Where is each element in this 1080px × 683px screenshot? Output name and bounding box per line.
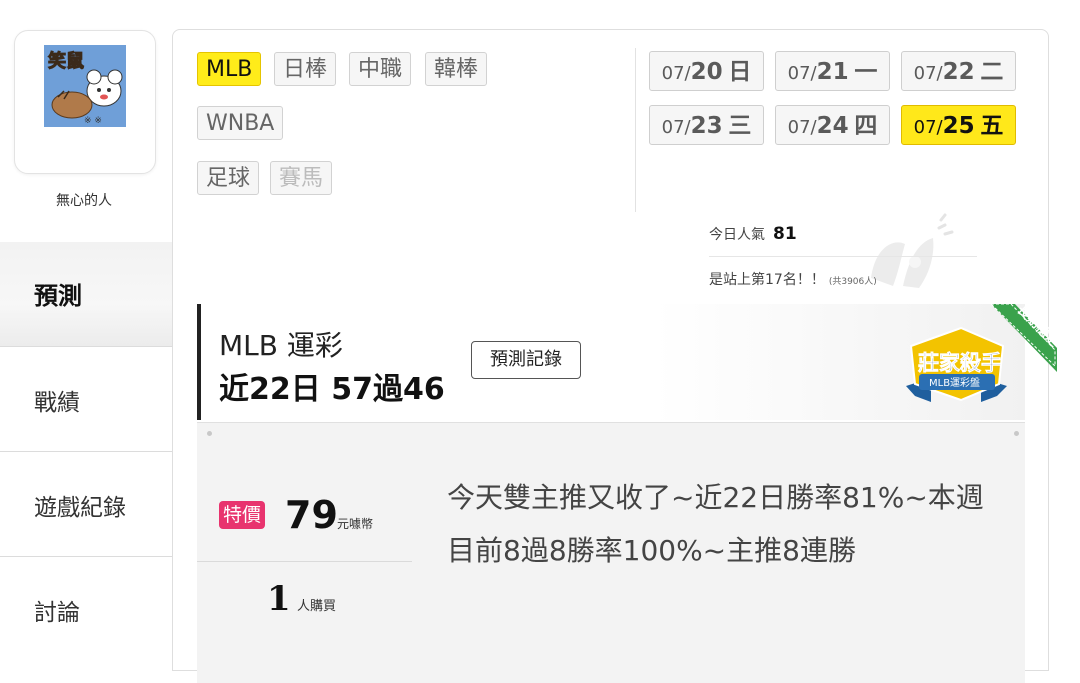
nav-item-predict[interactable]: 預測 [0, 242, 172, 346]
badge-subtitle: MLB運彩盤 [929, 376, 980, 389]
badge: 長期穩定 莊家殺手 MLB運彩盤 [881, 302, 1062, 420]
nav-label: 遊戲紀錄 [34, 495, 126, 521]
date-month: 07/ [787, 63, 817, 84]
tab-kbo[interactable]: 韓棒 [425, 52, 488, 86]
date-weekday: 四 [854, 113, 878, 139]
date-month: 07/ [913, 117, 943, 138]
corner-dot [207, 431, 212, 436]
svg-text:※ ※: ※ ※ [84, 116, 102, 126]
badge-icon: 長期穩定 莊家殺手 MLB運彩盤 [906, 302, 1062, 402]
divider [635, 48, 636, 212]
nav-item-record[interactable]: 戰績 [0, 346, 172, 451]
popularity-row: 今日人氣 81 [709, 224, 797, 244]
avatar-card[interactable]: 笑鼠 ※ ※ [14, 30, 156, 174]
main-panel: MLB 日棒 中職 韓棒 WNBA 足球 賽馬 07/20 日 07/21 一 … [172, 29, 1062, 683]
avatar-image: 笑鼠 ※ ※ [44, 45, 126, 127]
date-0721[interactable]: 07/21 一 [775, 51, 890, 91]
popularity-label: 今日人氣 [709, 227, 765, 243]
price-unit: 元噱幣 [337, 517, 374, 531]
tab-cpbl[interactable]: 中職 [349, 52, 412, 86]
date-day: 20 [690, 59, 723, 85]
nav-label: 戰績 [34, 390, 80, 416]
avatar-caption: 笑鼠 [48, 50, 84, 72]
nav-label: 預測 [34, 282, 82, 310]
price-divider [197, 561, 412, 562]
tab-npb[interactable]: 日棒 [274, 52, 337, 86]
buyer-count: 1 [267, 579, 291, 619]
date-weekday: 一 [854, 59, 878, 85]
date-0722[interactable]: 07/22 二 [901, 51, 1016, 91]
date-0723[interactable]: 07/23 三 [649, 105, 764, 145]
corner-dot [1014, 431, 1019, 436]
nav-label: 討論 [34, 600, 80, 626]
nav-item-discussion[interactable]: 討論 [0, 556, 172, 661]
banner-stat: 近22日 57過46 [219, 372, 445, 407]
user-name[interactable]: 無心的人 [14, 190, 154, 210]
banner-title: MLB 運彩 [219, 329, 343, 362]
prediction-record-button[interactable]: 預測記錄 [471, 341, 581, 379]
rank-total: (共3906人) [828, 277, 877, 287]
date-day: 22 [942, 59, 975, 85]
tab-soccer[interactable]: 足球 [197, 161, 260, 195]
date-day: 24 [816, 113, 849, 139]
date-day: 21 [816, 59, 849, 85]
date-weekday: 二 [980, 59, 1004, 85]
tab-mlb[interactable]: MLB [197, 52, 262, 86]
tab-wnba[interactable]: WNBA [197, 106, 284, 140]
nav-item-game-log[interactable]: 遊戲紀錄 [0, 451, 172, 556]
date-month: 07/ [913, 63, 943, 84]
badge-title: 莊家殺手 [918, 351, 1002, 375]
date-0724[interactable]: 07/24 四 [775, 105, 890, 145]
date-month: 07/ [787, 117, 817, 138]
date-month: 07/ [661, 117, 691, 138]
offer-box: 特價 79 元噱幣 1 人購買 今天雙主推又收了~近22日勝率81%~本週目前8… [197, 422, 1025, 683]
avatar[interactable]: 笑鼠 ※ ※ [44, 45, 126, 127]
date-weekday: 三 [728, 113, 752, 139]
prediction-description: 今天雙主推又收了~近22日勝率81%~本週目前8過8勝率100%~主推8連勝 [447, 481, 984, 567]
rank-text: 是站上第17名！！ [709, 272, 825, 288]
date-weekday: 五 [980, 113, 1004, 139]
price-value: 79 [285, 493, 338, 537]
popularity-value: 81 [773, 224, 797, 244]
date-0720[interactable]: 07/20 日 [649, 51, 764, 91]
banner: MLB 運彩 近22日 57過46 預測記錄 長期穩定 莊家殺手 MLB運彩盤 [197, 302, 1062, 420]
buyer-unit: 人購買 [297, 599, 337, 614]
side-nav: 預測 戰績 遊戲紀錄 討論 [0, 242, 172, 661]
date-weekday: 日 [728, 59, 752, 85]
sale-badge: 特價 [219, 501, 266, 529]
date-month: 07/ [661, 63, 691, 84]
popularity-divider [709, 256, 977, 257]
rank-row: 是站上第17名！！ (共3906人) [709, 269, 877, 289]
date-0725[interactable]: 07/25 五 [901, 105, 1016, 145]
date-day: 25 [942, 113, 975, 139]
tab-horse-racing: 賽馬 [270, 161, 333, 195]
date-day: 23 [690, 113, 723, 139]
